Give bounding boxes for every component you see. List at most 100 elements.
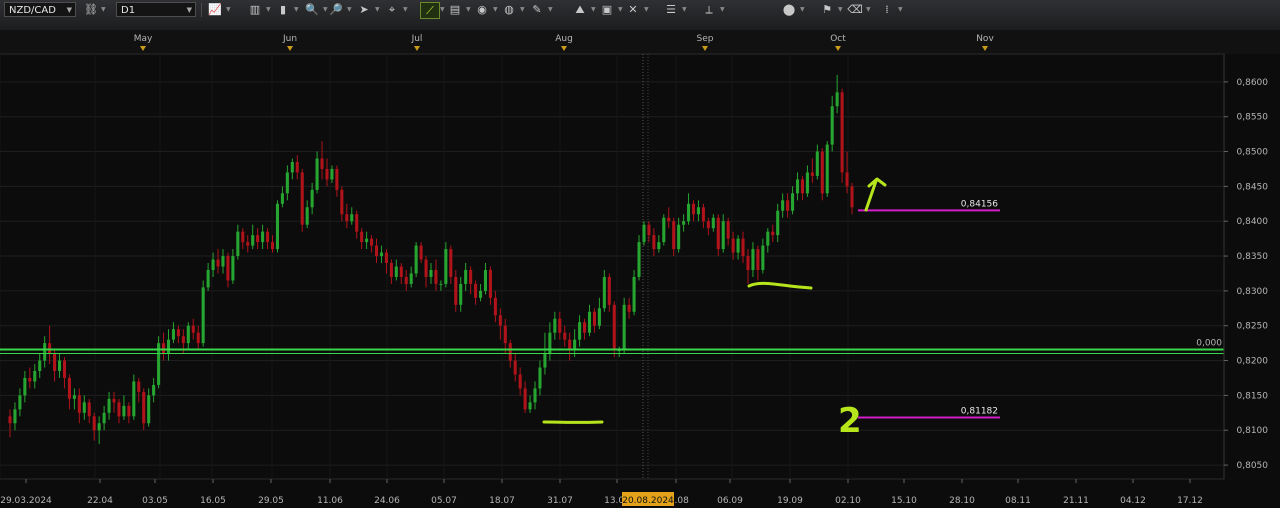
candle-body bbox=[399, 266, 403, 277]
candle-body bbox=[211, 259, 215, 270]
candle-body bbox=[835, 92, 839, 107]
timeframe-select[interactable]: D1 ▼ bbox=[116, 2, 196, 17]
candle-body bbox=[592, 311, 596, 326]
price-label: 0,8100 bbox=[1237, 426, 1269, 436]
candle-body bbox=[815, 151, 819, 176]
alerts-icon[interactable]: ⚑ bbox=[818, 2, 836, 17]
candle-body bbox=[751, 249, 755, 270]
candle-body bbox=[226, 256, 230, 281]
candle-body bbox=[117, 402, 121, 417]
plot-area bbox=[0, 53, 1225, 480]
chevron-down-icon[interactable]: ▼ bbox=[520, 2, 525, 17]
chevron-down-icon[interactable]: ▼ bbox=[866, 2, 871, 17]
cursor-icon[interactable]: ➤ bbox=[355, 2, 373, 17]
candle-body bbox=[275, 203, 279, 250]
candle-body bbox=[800, 179, 805, 194]
candle-body bbox=[662, 217, 666, 243]
candle-body bbox=[290, 161, 294, 173]
candle-body bbox=[132, 381, 136, 417]
toolbar-separator bbox=[201, 3, 202, 17]
chevron-down-icon[interactable]: ▼ bbox=[682, 2, 687, 17]
candle-body bbox=[830, 106, 834, 145]
date-label: 11.06 bbox=[317, 496, 343, 506]
chevron-down-icon[interactable]: ▼ bbox=[618, 2, 623, 17]
pencil-icon[interactable]: ✎ bbox=[528, 2, 546, 17]
chevron-down-icon[interactable]: ▼ bbox=[800, 2, 805, 17]
chevron-down-icon[interactable]: ▼ bbox=[101, 2, 106, 17]
candle-body bbox=[8, 416, 12, 424]
candle-body bbox=[687, 203, 691, 222]
month-label: Oct bbox=[830, 34, 846, 44]
candle-body bbox=[13, 409, 17, 424]
trend-line-icon[interactable]: ⟋ bbox=[420, 2, 440, 19]
price-label: 0,8550 bbox=[1237, 113, 1269, 123]
chevron-down-icon: ▼ bbox=[186, 6, 192, 14]
price-chart[interactable]: MayJunJulAugSepOctNov 0,0000,821450,8415… bbox=[0, 30, 1280, 508]
zoom-in-icon[interactable]: 🔍 bbox=[303, 2, 321, 17]
candle-body bbox=[701, 207, 705, 222]
crosshair-icon[interactable]: ⌖ bbox=[383, 2, 401, 17]
indicators-icon[interactable]: ⛰ bbox=[571, 2, 589, 17]
chevron-down-icon[interactable]: ▼ bbox=[548, 2, 553, 17]
candle-body bbox=[256, 235, 260, 243]
symbol-select[interactable]: NZD/CAD ▼ bbox=[4, 2, 76, 17]
more-tools-icon[interactable]: ⁞ bbox=[878, 2, 896, 17]
gann-icon[interactable]: ⟂ bbox=[700, 2, 718, 17]
chevron-down-icon[interactable]: ▼ bbox=[493, 2, 498, 17]
date-label: 31.07 bbox=[547, 496, 573, 506]
date-label: 16.05 bbox=[200, 496, 226, 506]
chevron-down-icon[interactable]: ▼ bbox=[466, 2, 471, 17]
candle-style-icon[interactable]: ▮ bbox=[274, 2, 292, 17]
shapes-icon[interactable]: ⬤ bbox=[780, 2, 798, 17]
candle-body bbox=[691, 203, 696, 215]
candle-body bbox=[280, 193, 284, 204]
eraser-icon[interactable]: ⌫ bbox=[846, 2, 864, 17]
chevron-down-icon[interactable]: ▼ bbox=[347, 2, 352, 17]
candle-body bbox=[488, 269, 492, 298]
candle-body bbox=[840, 92, 844, 173]
date-label: 03.05 bbox=[142, 496, 168, 506]
candle-body bbox=[221, 256, 225, 267]
template-icon[interactable]: ▤ bbox=[446, 2, 464, 17]
window-icon[interactable]: ▣ bbox=[598, 2, 616, 17]
candle-body bbox=[62, 360, 67, 378]
chevron-down-icon[interactable]: ▼ bbox=[403, 2, 408, 17]
chevron-down-icon[interactable]: ▼ bbox=[226, 2, 231, 17]
lines-icon[interactable]: ☰ bbox=[662, 2, 680, 17]
candle-body bbox=[186, 325, 190, 344]
candle-body bbox=[637, 242, 641, 277]
chart-type-icon[interactable]: 📈 bbox=[206, 2, 224, 17]
candle-body bbox=[374, 245, 379, 257]
chevron-down-icon[interactable]: ▼ bbox=[266, 2, 271, 17]
month-label: Jul bbox=[411, 34, 423, 44]
fibonacci-icon[interactable]: ✕ bbox=[624, 2, 642, 17]
candle-body bbox=[726, 221, 730, 239]
candle-body bbox=[236, 231, 240, 257]
candle-body bbox=[389, 263, 393, 277]
candle-body bbox=[493, 297, 497, 316]
bar-chart-icon[interactable]: ▥ bbox=[246, 2, 264, 17]
toolbar: NZD/CAD ▼ ⛓ ▼ D1 ▼ 📈 ▼ ▥ ▼ ▮ ▼ 🔍 ▼ 🔎 ▼ ➤ ▼ ⌖ ▼ ⟋ ▼ ▤ ▼ ◉ ▼ ◍… bbox=[0, 0, 1280, 31]
candle-body bbox=[810, 172, 814, 176]
chevron-down-icon[interactable]: ▼ bbox=[644, 2, 649, 17]
date-label: 02.10 bbox=[835, 496, 861, 506]
chevron-down-icon[interactable]: ▼ bbox=[898, 2, 903, 17]
candle-body bbox=[315, 158, 319, 190]
chevron-down-icon[interactable]: ▼ bbox=[838, 2, 843, 17]
zoom-out-icon[interactable]: 🔎 bbox=[327, 2, 345, 17]
chevron-down-icon[interactable]: ▼ bbox=[440, 2, 445, 17]
candle-body bbox=[771, 231, 775, 236]
candle-body bbox=[166, 339, 171, 354]
candle-body bbox=[251, 235, 255, 246]
candle-body bbox=[365, 238, 369, 243]
link-icon[interactable]: ⛓ bbox=[82, 2, 100, 17]
globe-icon[interactable]: ◍ bbox=[500, 2, 518, 17]
chevron-down-icon[interactable]: ▼ bbox=[375, 2, 380, 17]
candle-body bbox=[414, 245, 418, 274]
chevron-down-icon[interactable]: ▼ bbox=[294, 2, 299, 17]
candle-body bbox=[632, 276, 636, 312]
screenshot-icon[interactable]: ◉ bbox=[473, 2, 491, 17]
date-label: 15.10 bbox=[891, 496, 917, 506]
chevron-down-icon[interactable]: ▼ bbox=[591, 2, 596, 17]
chevron-down-icon[interactable]: ▼ bbox=[720, 2, 725, 17]
